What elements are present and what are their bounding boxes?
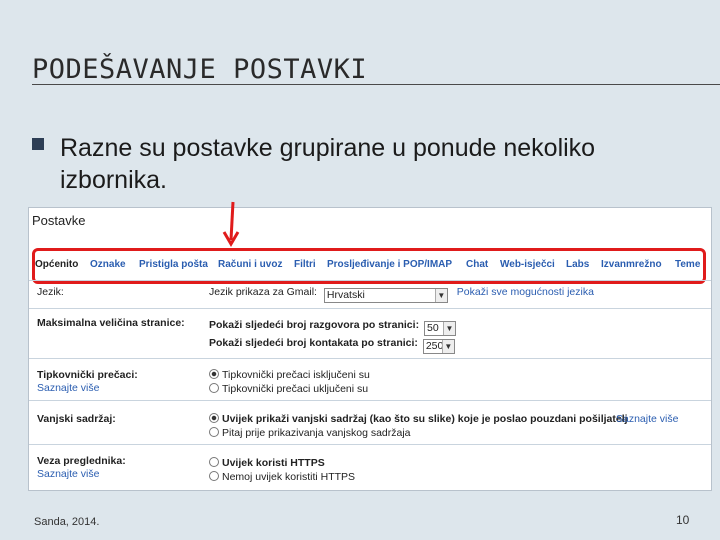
bullet-text: Razne su postavke grupirane u ponude nek…	[60, 134, 596, 194]
chevron-down-icon: ▼	[442, 322, 455, 335]
browser-connection-label: Veza preglednika:	[37, 455, 126, 467]
external-learn-more-link[interactable]: Saznajte više	[616, 413, 678, 425]
conversations-value: 50	[426, 322, 439, 334]
settings-title: Postavke	[32, 213, 86, 228]
tabs-highlight-box	[32, 248, 706, 284]
keyboard-shortcuts-row: Tipkovnički prečaci: Saznajte više Tipko…	[29, 358, 711, 401]
radio-icon[interactable]	[209, 383, 219, 393]
chevron-down-icon: ▼	[441, 340, 454, 353]
conversations-per-page-select[interactable]: 50 ▼	[423, 321, 456, 336]
contacts-per-page-label: Pokaži sljedeći broj kontakata po strani…	[209, 337, 418, 349]
footer-author-date: Sanda, 2014.	[34, 516, 100, 528]
language-select-value: Hrvatski	[326, 289, 365, 301]
page-size-row: Maksimalna veličina stranice: Pokaži slj…	[29, 308, 711, 359]
language-row: Jezik: Jezik prikaza za Gmail: Hrvatski …	[29, 280, 711, 309]
external-always-option[interactable]: Uvijek prikaži vanjski sadržaj (kao što …	[209, 413, 628, 425]
show-all-languages-link[interactable]: Pokaži sve mogućnosti jezika	[457, 286, 594, 298]
language-label: Jezik:	[37, 286, 64, 298]
bullet-point: Razne su postavke grupirane u ponude nek…	[32, 132, 692, 196]
contacts-per-page: Pokaži sljedeći broj kontakata po strani…	[209, 337, 455, 354]
page-size-label: Maksimalna veličina stranice:	[37, 317, 185, 329]
radio-icon[interactable]	[209, 427, 219, 437]
external-content-row: Vanjski sadržaj: Uvijek prikaži vanjski …	[29, 400, 711, 445]
keyboard-shortcuts-label: Tipkovnički prečaci:	[37, 369, 138, 381]
external-ask-label: Pitaj prije prikazivanja vanjskog sadrža…	[222, 427, 411, 439]
shortcuts-learn-more-link[interactable]: Saznajte više	[37, 382, 99, 394]
chevron-down-icon: ▼	[434, 289, 447, 302]
page-number: 10	[676, 513, 690, 527]
gmail-settings-screenshot: Postavke Općenito Oznake Pristigla pošta…	[28, 207, 712, 491]
browser-connection-row: Veza preglednika: Saznajte više Uvijek k…	[29, 444, 711, 490]
external-ask-option[interactable]: Pitaj prije prikazivanja vanjskog sadrža…	[209, 427, 411, 439]
radio-icon[interactable]	[209, 457, 219, 467]
red-arrow-icon	[222, 201, 240, 247]
no-https-label: Nemoj uvijek koristiti HTTPS	[222, 471, 356, 483]
shortcuts-off-label: Tipkovnički prečaci isključeni su	[222, 369, 370, 381]
always-https-option[interactable]: Uvijek koristi HTTPS	[209, 457, 325, 469]
conversations-per-page: Pokaži sljedeći broj razgovora po strani…	[209, 319, 456, 336]
contacts-per-page-select[interactable]: 250 ▼	[422, 339, 455, 354]
title-divider	[32, 84, 720, 85]
display-language-field: Jezik prikaza za Gmail: Hrvatski ▼ Pokaž…	[209, 286, 594, 303]
square-bullet-icon	[32, 138, 44, 150]
radio-icon[interactable]	[209, 471, 219, 481]
radio-selected-icon[interactable]	[209, 413, 219, 423]
no-https-option[interactable]: Nemoj uvijek koristiti HTTPS	[209, 471, 355, 483]
language-select[interactable]: Hrvatski ▼	[323, 288, 448, 303]
radio-selected-icon[interactable]	[209, 369, 219, 379]
shortcuts-on-option[interactable]: Tipkovnički prečaci uključeni su	[209, 383, 368, 395]
browser-learn-more-link[interactable]: Saznajte više	[37, 468, 99, 480]
conversations-per-page-label: Pokaži sljedeći broj razgovora po strani…	[209, 319, 420, 331]
display-language-label: Jezik prikaza za Gmail:	[209, 286, 317, 298]
external-always-label: Uvijek prikaži vanjski sadržaj (kao što …	[222, 413, 628, 425]
contacts-value: 250	[425, 340, 444, 352]
shortcuts-on-label: Tipkovnički prečaci uključeni su	[222, 383, 369, 395]
always-https-label: Uvijek koristi HTTPS	[222, 457, 325, 469]
external-content-label: Vanjski sadržaj:	[37, 413, 116, 425]
shortcuts-off-option[interactable]: Tipkovnički prečaci isključeni su	[209, 369, 370, 381]
